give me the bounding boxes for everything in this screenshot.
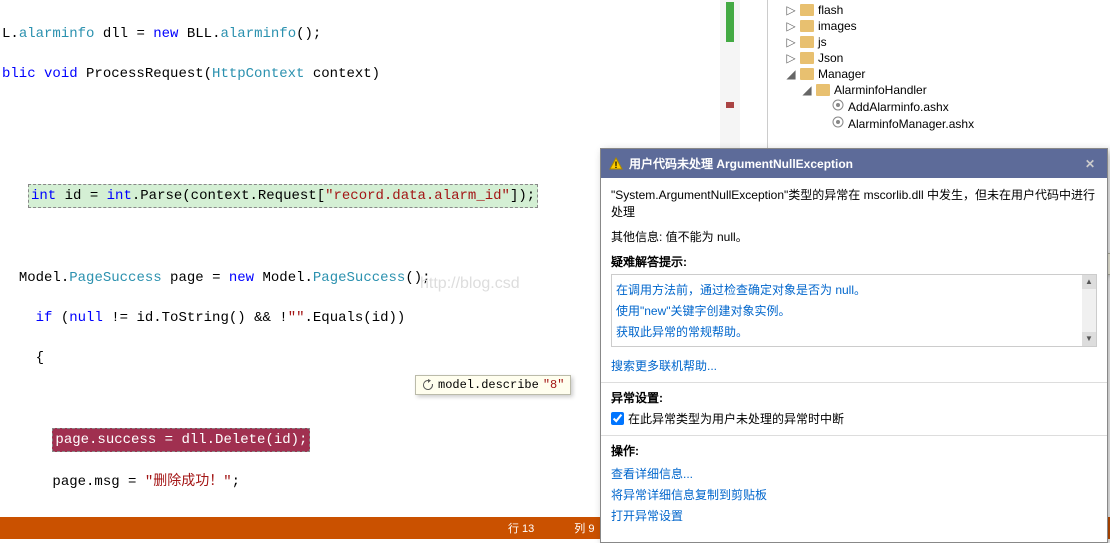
settings-title: 异常设置: <box>611 389 1097 406</box>
help-section-title: 疑难解答提示: <box>611 253 1097 270</box>
folder-icon <box>800 20 814 32</box>
action-link[interactable]: 查看详细信息... <box>611 463 1097 484</box>
help-link[interactable]: 获取此异常的常规帮助。 <box>616 321 1092 342</box>
exception-header: ! 用户代码未处理 ArgumentNullException ✕ <box>601 149 1107 178</box>
datatip-value: "8" <box>543 378 565 392</box>
close-button[interactable]: ✕ <box>1081 157 1099 171</box>
tree-item[interactable]: ▷ images <box>770 18 1108 34</box>
watermark: http://blog.csd <box>420 275 520 293</box>
tree-item[interactable]: ◢ Manager <box>770 66 1108 82</box>
refresh-icon <box>422 379 434 391</box>
exception-message: "System.ArgumentNullException"类型的异常在 msc… <box>611 186 1097 220</box>
expand-icon[interactable]: ◢ <box>786 67 796 81</box>
help-link[interactable]: 使用"new"关键字创建对象实例。 <box>616 300 1092 321</box>
datatip-label: model.describe <box>438 378 539 392</box>
action-link[interactable]: 将异常详细信息复制到剪贴板 <box>611 484 1097 505</box>
code-line: L.alarminfo dll = new BLL.alarminfo(); <box>2 24 745 44</box>
code-line: blic void ProcessRequest(HttpContext con… <box>2 64 745 84</box>
expand-icon[interactable]: ▷ <box>786 3 796 17</box>
datatip[interactable]: model.describe "8" <box>415 375 571 395</box>
tree-item-label: AlarminfoManager.ashx <box>848 117 974 131</box>
folder-icon <box>816 84 830 96</box>
status-line: 行 13 <box>508 520 534 536</box>
handler-icon <box>832 99 844 114</box>
folder-icon <box>800 4 814 16</box>
handler-icon <box>832 116 844 131</box>
tree-item[interactable]: ▷ flash <box>770 2 1108 18</box>
tree-item-label: flash <box>818 3 843 17</box>
tree-item[interactable]: ◢ AlarminfoHandler <box>770 82 1108 98</box>
exception-other-info: 其他信息: 值不能为 null。 <box>611 228 1097 245</box>
error-mark <box>726 102 734 108</box>
scroll-up-button[interactable]: ▲ <box>1082 275 1096 289</box>
actions-title: 操作: <box>611 442 1097 459</box>
tree-item-label: AddAlarminfo.ashx <box>848 100 949 114</box>
status-col: 列 9 <box>574 520 594 536</box>
solution-explorer[interactable]: ▷ flash ▷ images ▷ js ▷ Json ◢ Manager ◢ AlarminfoH… <box>767 0 1110 150</box>
tree-item-label: Json <box>818 51 843 65</box>
expand-icon[interactable]: ▷ <box>786 35 796 49</box>
svg-text:!: ! <box>615 160 618 170</box>
change-mark <box>726 2 734 42</box>
search-online-link[interactable]: 搜索更多联机帮助... <box>611 355 1097 376</box>
tree-item-label: images <box>818 19 857 33</box>
tree-item[interactable]: ▷ Json <box>770 50 1108 66</box>
break-on-exception-checkbox[interactable]: 在此异常类型为用户未处理的异常时中断 <box>611 410 1097 427</box>
tree-item[interactable]: AddAlarminfo.ashx <box>770 98 1108 115</box>
folder-icon <box>800 68 814 80</box>
break-checkbox-input[interactable] <box>611 412 624 425</box>
help-links-box: 在调用方法前，通过检查确定对象是否为 null。使用"new"关键字创建对象实例… <box>611 274 1097 347</box>
scroll-down-button[interactable]: ▼ <box>1082 332 1096 346</box>
folder-icon <box>800 36 814 48</box>
folder-icon <box>800 52 814 64</box>
scrollbar[interactable]: ▲ ▼ <box>1082 275 1096 346</box>
action-link[interactable]: 打开异常设置 <box>611 505 1097 526</box>
expand-icon[interactable]: ▷ <box>786 51 796 65</box>
expand-icon[interactable]: ▷ <box>786 19 796 33</box>
help-link[interactable]: 在调用方法前，通过检查确定对象是否为 null。 <box>616 279 1092 300</box>
warning-icon: ! <box>609 157 623 171</box>
tree-item-label: Manager <box>818 67 865 81</box>
exception-title: 用户代码未处理 ArgumentNullException <box>629 155 853 172</box>
tree-item-label: AlarminfoHandler <box>834 83 927 97</box>
tree-item-label: js <box>818 35 827 49</box>
tree-item[interactable]: ▷ js <box>770 34 1108 50</box>
exception-popup: ! 用户代码未处理 ArgumentNullException ✕ "Syste… <box>600 148 1108 543</box>
tree-item[interactable]: AlarminfoManager.ashx <box>770 115 1108 132</box>
expand-icon[interactable]: ◢ <box>802 83 812 97</box>
